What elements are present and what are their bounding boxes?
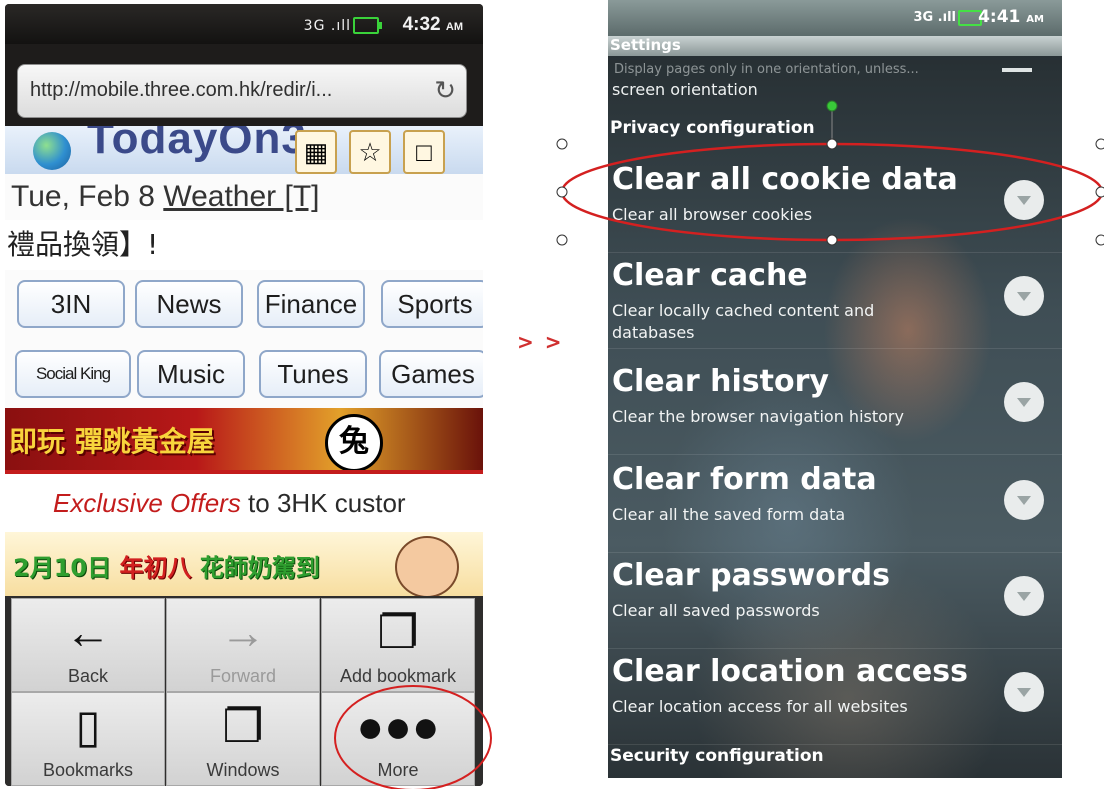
nav-sports-button[interactable]: Sports [381,280,483,328]
nav-games-button[interactable]: Games [379,350,483,398]
apps-grid-icon[interactable]: ▦ [295,130,337,174]
offers-rest: to 3HK custor [240,488,406,518]
nav-tunes-button[interactable]: Tunes [259,350,367,398]
setting-clear-cache[interactable]: Clear cache Clear locally cached content… [608,252,1062,349]
chevron-down-icon[interactable] [1004,576,1044,616]
resize-handle-sw[interactable] [556,234,568,246]
transition-arrow: > > [517,330,564,354]
nav-finance-button[interactable]: Finance [257,280,365,328]
setting-subtitle: Clear locally cached content and databas… [612,301,875,342]
nav-music-button[interactable]: Music [137,350,245,398]
date-weather-line: Tue, Feb 8 Weather [T] [11,180,319,214]
url-text[interactable]: http://mobile.three.com.hk/redir/i... [30,79,332,102]
setting-subtitle: Clear all saved passwords [612,601,820,620]
resize-handle-e[interactable] [1095,186,1104,198]
menu-forward-label: Forward [209,666,276,686]
forward-arrow-icon: → [220,606,266,658]
weather-link[interactable]: Weather [T] [163,180,319,213]
browser-phone-screenshot: 3G .ıll 4:32 AM http://mobile.three.com.… [5,4,483,786]
chevron-down-icon[interactable] [1004,382,1044,422]
cut-off-checkbox[interactable] [1002,68,1032,72]
refresh-icon[interactable]: ↻ [434,75,456,106]
resize-handle-w[interactable] [556,186,568,198]
tv-icon[interactable]: □ [403,130,445,174]
menu-more-label: More [377,760,419,780]
menu-bookmarks-label: Bookmarks [42,760,134,780]
game-banner[interactable]: 即玩 彈跳黃金屋 兔 [5,408,483,472]
menu-back-label: Back [67,666,109,686]
setting-subtitle: Clear all browser cookies [612,205,813,224]
browser-options-menu: ← Back → Forward ❐ Add bookmark ▯ Bookma… [5,596,483,786]
setting-subtitle: Clear all the saved form data [612,505,846,524]
menu-windows-button[interactable]: ❐ Windows [166,692,320,786]
nav-3in-button[interactable]: 3IN [17,280,125,328]
more-dots-icon: ●●● [356,700,440,752]
setting-subtitle: Clear the browser navigation history [612,407,904,426]
setting-clear-history[interactable]: Clear history Clear the browser navigati… [608,358,1062,455]
resize-handle-ne[interactable] [1095,138,1104,150]
security-section-header: Security configuration [610,746,824,766]
menu-windows-label: Windows [206,760,280,780]
setting-title: Clear cache [612,258,808,293]
chevron-down-icon[interactable] [1004,480,1044,520]
signal-icon: 3G .ıll [913,10,956,25]
add-bookmark-icon: ❐ [377,606,419,658]
chevron-down-icon[interactable] [1004,276,1044,316]
setting-clear-form-data[interactable]: Clear form data Clear all the saved form… [608,456,1062,553]
menu-bookmarks-button[interactable]: ▯ Bookmarks [11,692,165,786]
setting-title: Clear all cookie data [612,162,958,197]
exclusive-offers-banner[interactable]: Exclusive Offers to 3HK custor [5,470,483,536]
star-icon[interactable]: ☆ [349,130,391,174]
setting-subtitle: Clear location access for all websites [612,697,908,716]
chevron-down-icon[interactable] [1004,180,1044,220]
globe-logo-icon [33,132,71,170]
setting-clear-passwords[interactable]: Clear passwords Clear all saved password… [608,552,1062,649]
status-time: 4:41 AM [978,7,1044,27]
setting-clear-location-access[interactable]: Clear location access Clear location acc… [608,648,1062,745]
date-text: Tue, Feb 8 [11,180,155,213]
battery-icon [353,17,382,34]
menu-add-bookmark-button[interactable]: ❐ Add bookmark [321,598,475,692]
web-page-content: TodayOn3 ▦ ☆ □ Tue, Feb 8 Weather [T] 禮品… [5,126,483,596]
nav-news-button[interactable]: News [135,280,243,328]
settings-title: Settings [608,36,1062,56]
setting-title: Clear passwords [612,558,891,593]
menu-forward-button[interactable]: → Forward [166,598,320,692]
gift-redeem-text[interactable]: 禮品換領】! [5,220,483,270]
status-bar: 3G .ıll 4:32 AM [5,4,483,44]
promo-banner[interactable]: 2月10日 年初八 花師奶駕到 [5,532,483,596]
settings-phone-screenshot: 3G .ıll 4:41 AM Settings Display pages o… [608,0,1062,778]
setting-clear-cookies[interactable]: Clear all cookie data Clear all browser … [608,156,1062,253]
bookmarks-icon: ▯ [75,700,101,752]
setting-title: Clear location access [612,654,968,689]
rabbit-badge-icon: 兔 [325,414,383,472]
offers-emphasis: Exclusive Offers [53,488,241,518]
setting-title: Clear history [612,364,829,399]
menu-more-button[interactable]: ●●● More [321,692,475,786]
back-arrow-icon: ← [65,606,111,658]
signal-icon: 3G .ıll [303,18,351,34]
nav-social-king-button[interactable]: Social King [15,350,131,398]
status-time: 4:32 AM [402,14,463,35]
windows-icon: ❐ [222,700,264,752]
status-bar: 3G .ıll 4:41 AM [608,0,1062,36]
url-bar[interactable]: http://mobile.three.com.hk/redir/i... ↻ [17,64,467,118]
chevron-down-icon[interactable] [1004,672,1044,712]
setting-title: Clear form data [612,462,877,497]
resize-handle-se[interactable] [1095,234,1104,246]
privacy-section-header: Privacy configuration [610,118,815,138]
menu-back-button[interactable]: ← Back [11,598,165,692]
game-banner-text: 即玩 彈跳黃金屋 [9,425,215,458]
menu-add-bookmark-label: Add bookmark [339,666,457,686]
site-title[interactable]: TodayOn3 [87,126,307,164]
cut-off-setting-text: Display pages only in one orientation, u… [614,62,919,77]
screen-orientation-text: screen orientation [612,80,758,99]
site-header: TodayOn3 ▦ ☆ □ [5,126,483,174]
cartoon-face-icon [395,536,459,596]
promo-banner-text: 2月10日 年初八 花師奶駕到 [13,554,320,582]
resize-handle-nw[interactable] [556,138,568,150]
